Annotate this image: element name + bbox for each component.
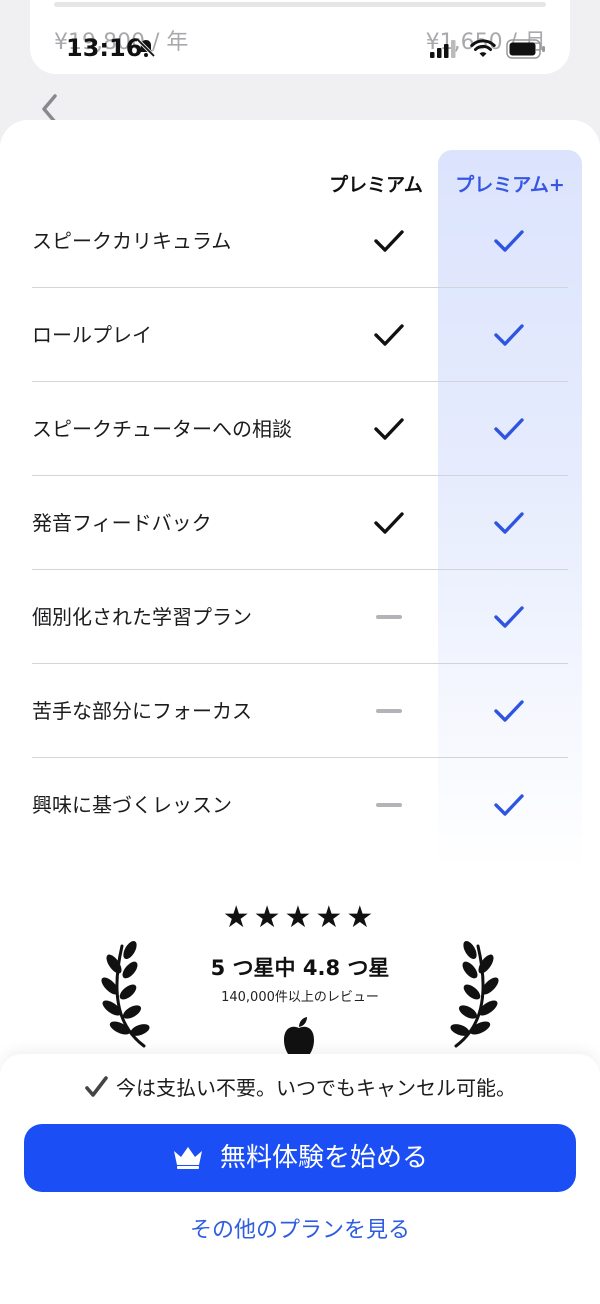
premium-column-header: プレミアム [329,174,423,196]
feature-label: ロールプレイ [32,323,152,347]
check-icon [374,324,404,346]
rating-stars: ★★★★★ [222,900,378,935]
feature-label: 発音フィードバック [32,511,212,535]
feature-row: 発音フィードバック [32,476,568,570]
other-plans-link[interactable]: その他のプランを見る [0,1212,600,1244]
status-bar: 13:16 [0,0,600,70]
status-time: 13:16 [66,34,143,62]
feature-row: スピークチューターへの相談 [32,382,568,476]
check-icon [494,794,524,816]
feature-row: 興味に基づくレッスン [32,758,568,852]
bottom-action-panel: 今は支払い不要。いつでもキャンセル可能。 無料体験を始める その他のプランを見る [0,1054,600,1304]
check-icon [494,230,524,252]
feature-label: 個別化された学習プラン [32,605,252,629]
battery-icon [506,39,545,59]
dash-icon [376,709,402,713]
notice-text: 今は支払い不要。いつでもキャンセル可能。 [116,1076,516,1100]
start-free-trial-button[interactable]: 無料体験を始める [24,1124,576,1192]
feature-label: スピークチューターへの相談 [32,417,292,441]
signal-icon [430,40,456,58]
premium-plus-column-header: プレミアム+ [455,174,565,196]
no-payment-notice: 今は支払い不要。いつでもキャンセル可能。 [0,1072,600,1101]
feature-row: スピークカリキュラム [32,194,568,288]
laurel-icon [101,940,150,1048]
check-icon [494,418,524,440]
check-icon [494,512,524,534]
check-icon [374,512,404,534]
wifi-icon [470,39,496,57]
check-icon [494,700,524,722]
feature-row: ロールプレイ [32,288,568,382]
rating-headline: 5 つ星中 4.8 つ星 [210,956,390,980]
dash-icon [376,803,402,807]
bell-off-icon [136,38,156,58]
feature-row: 苦手な部分にフォーカス [32,664,568,758]
feature-row: 個別化された学習プラン [32,570,568,664]
cta-label: 無料体験を始める [219,1143,428,1173]
feature-label: 興味に基づくレッスン [32,793,232,817]
check-icon [494,324,524,346]
feature-label: 苦手な部分にフォーカス [32,699,252,723]
dash-icon [376,615,402,619]
review-count: 140,000件以上のレビュー [221,990,379,1005]
check-icon [374,418,404,440]
check-icon [85,1076,108,1097]
check-icon [494,606,524,628]
feature-label: スピークカリキュラム [32,229,232,253]
laurel-icon [450,940,499,1048]
check-icon [374,230,404,252]
crown-icon [173,1147,202,1169]
